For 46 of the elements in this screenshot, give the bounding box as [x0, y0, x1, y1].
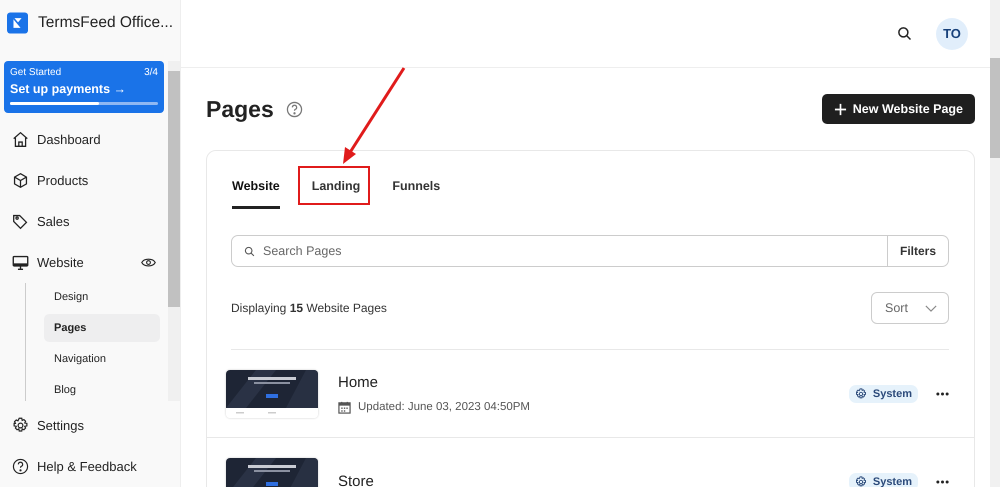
scrollbar[interactable]	[168, 60, 180, 401]
search-field[interactable]: Search Pages	[231, 235, 888, 267]
tab[interactable]: Website	[232, 177, 280, 209]
user-avatar[interactable]: TO	[936, 18, 968, 50]
scrollbar[interactable]	[990, 0, 1000, 487]
nav-item[interactable]: Sales	[4, 200, 164, 242]
tab[interactable]: Landing	[300, 177, 372, 209]
onboarding-card[interactable]: Get Started 3/4 Set up payments →	[4, 60, 164, 113]
chevron-down-icon	[925, 304, 937, 312]
tab[interactable]: Funnels	[392, 177, 440, 209]
workspace-name[interactable]: TermsFeed Office...	[38, 14, 173, 32]
new-page-button[interactable]: New Website Page	[822, 94, 975, 124]
system-badge: System	[848, 472, 918, 487]
help-icon	[12, 458, 29, 475]
nav-item[interactable]: Products	[4, 160, 164, 201]
more-icon[interactable]	[936, 392, 949, 396]
eye-icon[interactable]	[141, 256, 156, 268]
filters-button[interactable]: Filters	[888, 235, 949, 267]
plus-icon	[834, 102, 847, 116]
nav-item[interactable]: Dashboard	[4, 118, 164, 160]
highlight-box	[298, 166, 370, 205]
box-icon	[12, 172, 29, 189]
help-icon[interactable]	[286, 100, 303, 118]
updated-date: Updated: June 03, 2023 04:50PM	[358, 401, 530, 413]
nav-subitem[interactable]: Pages	[44, 314, 160, 342]
sort-dropdown[interactable]: Sort	[871, 292, 949, 324]
nav-subitem[interactable]: Blog	[44, 376, 160, 401]
monitor-icon	[12, 254, 29, 271]
page-name[interactable]: Home	[338, 374, 849, 390]
home-icon	[12, 130, 29, 148]
nav-subitem[interactable]: Navigation	[44, 344, 160, 373]
page-title: Pages	[206, 96, 274, 122]
settings-icon	[12, 417, 29, 434]
calendar-icon	[338, 400, 351, 414]
nav-subitem[interactable]: Design	[44, 282, 160, 311]
nav-item[interactable]: Website	[4, 242, 164, 283]
logo-icon	[7, 10, 28, 36]
more-icon[interactable]	[936, 480, 949, 484]
page-name[interactable]: Store	[338, 473, 849, 487]
nav-item[interactable]: Help & Feedback	[4, 446, 176, 487]
page-count: Displaying 15 Website Pages	[231, 301, 387, 315]
nav-item[interactable]: Settings	[4, 405, 176, 446]
search-icon	[244, 246, 255, 257]
search-icon[interactable]	[897, 26, 912, 41]
system-badge: System	[848, 384, 918, 402]
tag-icon	[12, 212, 29, 230]
